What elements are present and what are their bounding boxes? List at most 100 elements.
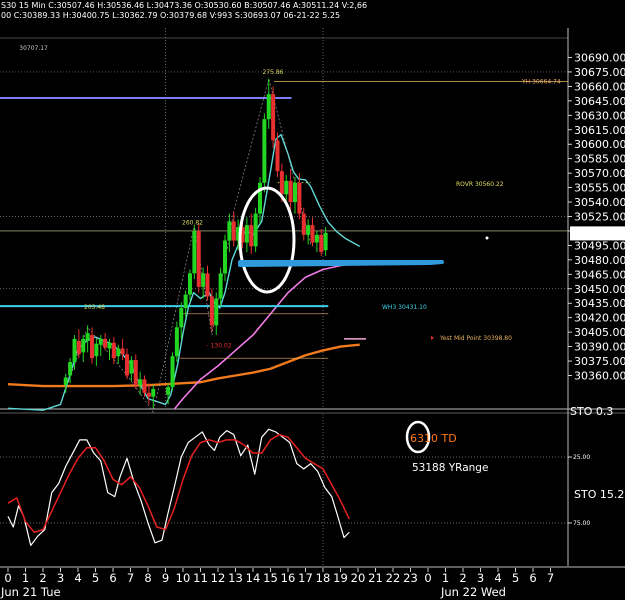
time-tick-label: 3 [57, 571, 64, 585]
candle-body [218, 273, 223, 299]
price-tick-label: 30600.00 [574, 138, 625, 151]
sto-tick-label: 75.00 [573, 520, 590, 527]
time-tick-label: 17 [298, 571, 313, 585]
candle-body [275, 140, 280, 172]
price-tick-label: 30465.00 [574, 268, 625, 281]
candle-body [297, 182, 302, 214]
time-tick-label: 22 [386, 571, 401, 585]
candle-body [288, 180, 293, 203]
candle-body [301, 213, 306, 235]
candle-body [120, 348, 125, 355]
time-tick-label: 12 [211, 571, 226, 585]
header-line-1: S30 15 Min C:30507.46 H:30536.46 L:30473… [1, 1, 367, 10]
time-tick-label: 6 [109, 571, 116, 585]
time-tick-label: 9 [162, 571, 169, 585]
time-tick-label: 2 [459, 571, 466, 585]
candle-body [266, 94, 271, 120]
time-tick-label: 5 [92, 571, 99, 585]
price-tick-label: 30540.00 [574, 196, 625, 209]
candle-body [227, 221, 232, 241]
candle-body [146, 392, 151, 397]
level-yest-mid-label: Yest Mid Point 30398.80 [439, 335, 512, 342]
candle-body [271, 94, 276, 141]
price-tick-label: 30615.00 [574, 124, 625, 137]
price-tick-label: 30450.00 [574, 283, 625, 296]
candle-body [253, 213, 258, 247]
price-tick-label: 30525.00 [574, 211, 625, 224]
candle-body [68, 362, 73, 376]
time-tick-label: 16 [281, 571, 296, 585]
price-tick-label: 30630.00 [574, 109, 625, 122]
price-tick-label: 30555.00 [574, 182, 625, 195]
chart-background [0, 0, 625, 600]
date-label-2: Jun 22 Wed [440, 585, 506, 599]
candle-body [279, 171, 284, 195]
time-tick-label: 20 [351, 571, 366, 585]
price-tick-label: 30675.00 [574, 66, 625, 79]
time-tick-label: 8 [144, 571, 151, 585]
time-tick-label: 18 [316, 571, 331, 585]
yrange-label: 53188 YRange [412, 462, 488, 474]
price-tick-label: 30570.00 [574, 167, 625, 180]
price-axis: 30690.0030675.0030660.00 30645.0030630.00… [568, 52, 625, 383]
candle-body [293, 182, 297, 203]
date-label-1: Jun 21 Tue [0, 585, 61, 599]
time-tick-label: 13 [228, 571, 243, 585]
price-tick-label: 30405.00 [574, 326, 625, 339]
sto-value-label: STO 15.2 [574, 488, 624, 501]
candle-body [306, 225, 311, 235]
level-rovr-label: ROVR 30560.22 [456, 181, 504, 188]
drawn-dot [485, 236, 489, 240]
sto-top-label: STO 0.3 [570, 405, 613, 418]
time-tick-label: 1 [22, 571, 29, 585]
time-tick-label: 0 [4, 571, 11, 585]
candle-body [179, 308, 184, 328]
candle-body [94, 343, 99, 357]
time-tick-label: 3 [477, 571, 484, 585]
time-tick-label: 7 [127, 571, 134, 585]
time-tick-label: 1 [442, 571, 449, 585]
candle-body [258, 182, 262, 214]
annotation-label: 203.48 [84, 304, 105, 311]
time-tick-label: 23 [403, 571, 418, 585]
price-tick-label: 30420.00 [574, 312, 625, 325]
candle-body [72, 338, 77, 363]
chart-canvas: S30 15 Min C:30507.46 H:30536.46 L:30473… [0, 0, 625, 600]
candle-body [166, 387, 171, 395]
time-tick-label: 4 [494, 571, 501, 585]
candle-body [223, 240, 227, 274]
candle-body [209, 296, 214, 326]
candle-body [249, 225, 254, 247]
header-line-2: 00 C:30389.33 H:30400.75 L:30362.79 O:30… [1, 11, 340, 20]
price-tick-label: 30435.00 [574, 297, 625, 310]
candle-body [214, 298, 219, 326]
price-tick-label: 30375.00 [574, 355, 625, 368]
last-price-label: 30507.46 [573, 227, 625, 240]
candle-body [323, 232, 328, 251]
candle-body [310, 225, 315, 243]
time-tick-label: 19 [333, 571, 348, 585]
time-tick-label: 6 [529, 571, 536, 585]
time-tick-label: 11 [193, 571, 208, 585]
candle-body [116, 348, 121, 357]
candle-body [201, 273, 206, 287]
drawn-blue-line [238, 260, 444, 267]
price-tick-label: 30645.00 [574, 95, 625, 108]
candle-body [262, 119, 267, 183]
price-tick-label: 30660.00 [574, 80, 625, 93]
time-tick-label: 21 [368, 571, 383, 585]
candle-body [98, 338, 103, 345]
candle-body [103, 338, 108, 348]
candle-body [319, 234, 324, 253]
annotation-label: - 130.02 [207, 343, 232, 350]
candle-body [85, 333, 90, 341]
candle-body [142, 379, 147, 393]
candle-body [138, 379, 143, 386]
candle-body [107, 342, 112, 349]
price-tick-label: 30360.00 [574, 370, 625, 383]
annotation-label: 260.82 [182, 219, 203, 226]
time-tick-label: 14 [246, 571, 261, 585]
price-tick-label: 30495.00 [574, 239, 625, 252]
candle-body [81, 338, 86, 353]
candle-body [125, 354, 129, 376]
